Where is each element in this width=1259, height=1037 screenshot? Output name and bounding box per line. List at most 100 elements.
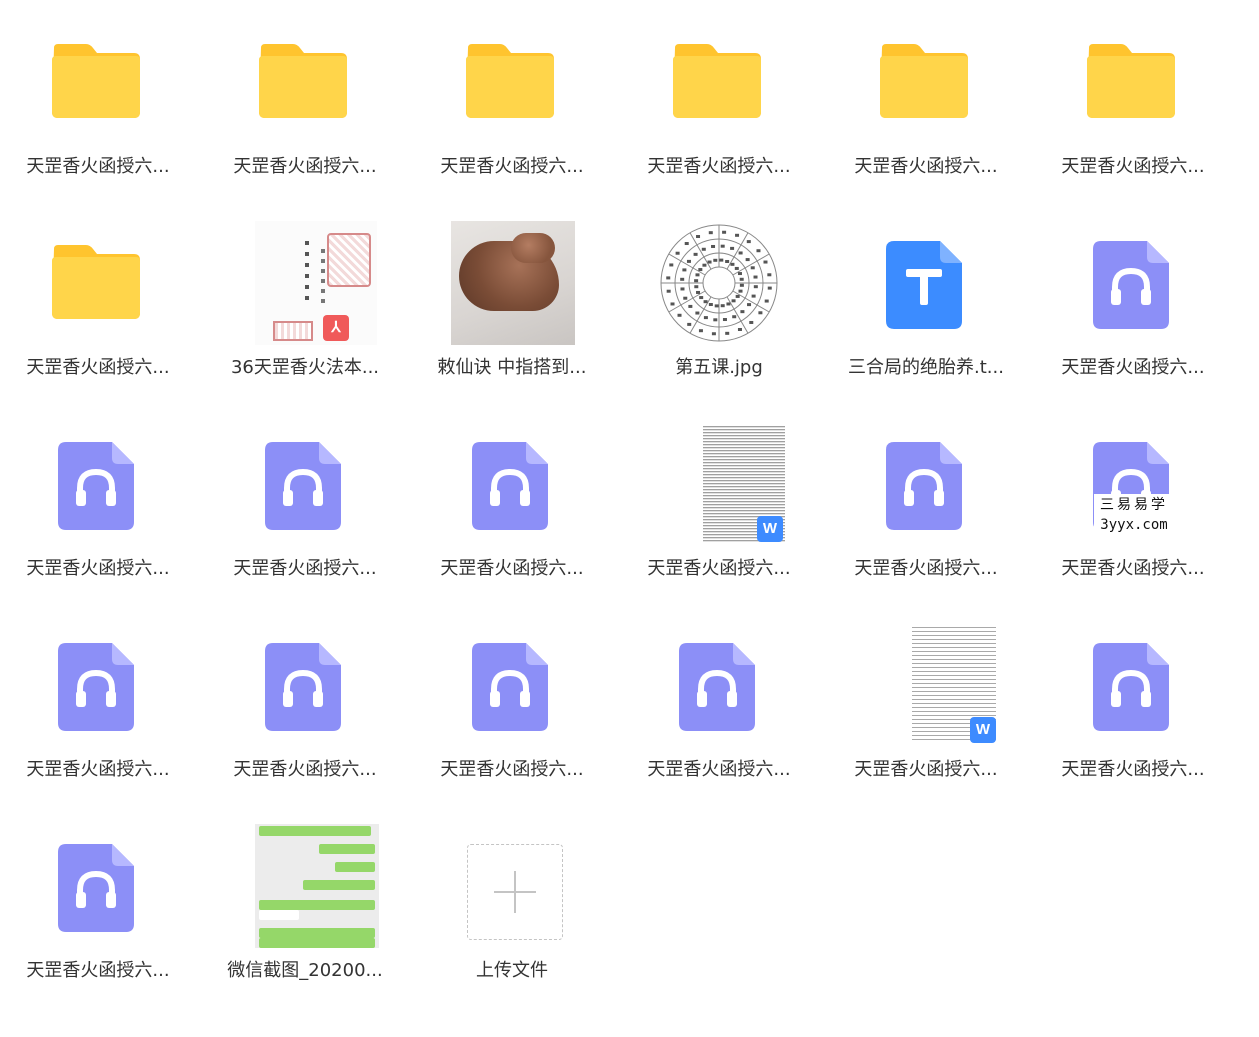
file-name: 天罡香火函授六... (26, 960, 170, 981)
folder-file-tile[interactable]: 天罡香火函授六... (836, 20, 1016, 210)
audio-file-tile[interactable]: 天罡香火函授六... (422, 623, 602, 813)
word-file-tile[interactable]: W 天罡香火函授六... (629, 422, 809, 612)
audio-file-tile[interactable]: 天罡香火函授六... (8, 422, 188, 612)
file-thumbnail (629, 20, 809, 150)
file-thumbnail (836, 422, 1016, 552)
file-thumbnail (8, 623, 188, 753)
audio-file-icon (265, 643, 341, 731)
file-name: 天罡香火函授六... (1061, 357, 1205, 378)
plus-icon (494, 871, 536, 913)
word-icon: W (757, 516, 783, 542)
folder-icon (673, 44, 761, 118)
word-icon: W (970, 717, 996, 743)
file-thumbnail (8, 824, 188, 954)
folder-file-tile[interactable]: 天罡香火函授六... (8, 20, 188, 210)
audio-file-tile[interactable]: 天罡香火函授六... (422, 422, 602, 612)
file-name: 天罡香火函授六... (233, 156, 377, 177)
file-name: 天罡香火函授六... (854, 156, 998, 177)
audio-file-tile[interactable]: 天罡香火函授六... (215, 623, 395, 813)
audio-file-tile[interactable]: 天罡香火函授六... (1043, 623, 1223, 813)
file-name: 36天罡香火法本... (230, 357, 380, 378)
file-thumbnail (1043, 623, 1223, 753)
folder-icon (466, 44, 554, 118)
audio-file-icon (265, 442, 341, 530)
wheel-diagram-thumbnail (657, 221, 781, 345)
file-thumbnail (836, 221, 1016, 351)
file-name: 天罡香火函授六... (26, 558, 170, 579)
audio-file-icon (886, 442, 962, 530)
file-name: 天罡香火函授六... (854, 759, 998, 780)
image-file-tile[interactable]: 第五课.jpg (629, 221, 809, 411)
folder-icon (259, 44, 347, 118)
file-name: 天罡香火函授六... (440, 558, 584, 579)
file-thumbnail (1043, 20, 1223, 150)
file-thumbnail (422, 623, 602, 753)
file-thumbnail (215, 422, 395, 552)
upload-box[interactable] (467, 844, 563, 940)
audio-file-icon (1093, 241, 1169, 329)
word-file-tile[interactable]: W 天罡香火函授六... (836, 623, 1016, 813)
file-thumbnail (215, 623, 395, 753)
file-name: 天罡香火函授六... (233, 759, 377, 780)
file-name: 天罡香火函授六... (233, 558, 377, 579)
folder-icon (880, 44, 968, 118)
file-thumbnail (422, 221, 602, 351)
file-name: 天罡香火函授六... (1061, 156, 1205, 177)
chat-screenshot-thumbnail (255, 824, 379, 948)
upload-file-tile[interactable]: 上传文件 (422, 824, 602, 1014)
folder-file-tile[interactable]: 天罡香火函授六... (215, 20, 395, 210)
audio-file-icon (58, 643, 134, 731)
folder-file-tile[interactable]: 天罡香火函授六... (8, 221, 188, 411)
pdf-file-tile[interactable]: ⅄ 36天罡香火法本... (215, 221, 395, 411)
pdf-thumbnail (255, 221, 377, 345)
folder-file-tile[interactable]: 天罡香火函授六... (422, 20, 602, 210)
folder-icon (1087, 44, 1175, 118)
file-name: 天罡香火函授六... (440, 156, 584, 177)
audio-file-icon (58, 844, 134, 932)
audio-file-tile[interactable]: 天罡香火函授六... (1043, 221, 1223, 411)
folder-file-tile[interactable]: 天罡香火函授六... (629, 20, 809, 210)
audio-file-tile[interactable]: 天罡香火函授六... (8, 623, 188, 813)
audio-file-icon (472, 442, 548, 530)
upload-label: 上传文件 (476, 960, 548, 981)
file-thumbnail: W (629, 422, 809, 552)
file-name: 微信截图_20200... (227, 960, 383, 981)
audio-file-tile[interactable]: 天罡香火函授六... (215, 422, 395, 612)
audio-file-tile[interactable]: 天罡香火函授六... (629, 623, 809, 813)
pdf-icon: ⅄ (323, 315, 349, 341)
audio-file-icon (472, 643, 548, 731)
file-name: 天罡香火函授六... (647, 558, 791, 579)
file-name: 天罡香火函授六... (26, 357, 170, 378)
file-thumbnail (8, 221, 188, 351)
watermark-line2: 3yyx.com (1100, 517, 1168, 533)
file-thumbnail (629, 221, 809, 351)
file-thumbnail (836, 20, 1016, 150)
file-name: 三合局的绝胎养.t... (848, 357, 1004, 378)
folder-file-tile[interactable]: 天罡香火函授六... (1043, 20, 1223, 210)
chat-screenshot-file-tile[interactable]: 微信截图_20200... (215, 824, 395, 1014)
audio-file-tile[interactable]: 天罡香火函授六... (836, 422, 1016, 612)
file-name: 天罡香火函授六... (1061, 558, 1205, 579)
file-name: 天罡香火函授六... (647, 156, 791, 177)
file-thumbnail (215, 824, 395, 954)
file-thumbnail: W (836, 623, 1016, 753)
file-thumbnail (1043, 221, 1223, 351)
audio-file-tile[interactable]: 天罡香火函授六... (8, 824, 188, 1014)
watermark-line1: 三易易学 (1100, 497, 1168, 513)
photo-file-tile[interactable]: 敕仙诀 中指搭到... (422, 221, 602, 411)
file-name: 第五课.jpg (675, 357, 763, 378)
upload-thumbnail (422, 824, 602, 954)
watermark: 三易易学 3yyx.com (1094, 494, 1174, 542)
file-name: 天罡香火函授六... (440, 759, 584, 780)
file-thumbnail (215, 20, 395, 150)
file-thumbnail (8, 422, 188, 552)
file-thumbnail: ⅄ (215, 221, 395, 351)
file-thumbnail (8, 20, 188, 150)
file-name: 天罡香火函授六... (26, 156, 170, 177)
audio-file-icon (58, 442, 134, 530)
txt-file-tile[interactable]: 三合局的绝胎养.t... (836, 221, 1016, 411)
audio-file-icon (1093, 643, 1169, 731)
file-name: 天罡香火函授六... (26, 759, 170, 780)
audio-file-icon (679, 643, 755, 731)
txt-file-icon (886, 241, 962, 329)
